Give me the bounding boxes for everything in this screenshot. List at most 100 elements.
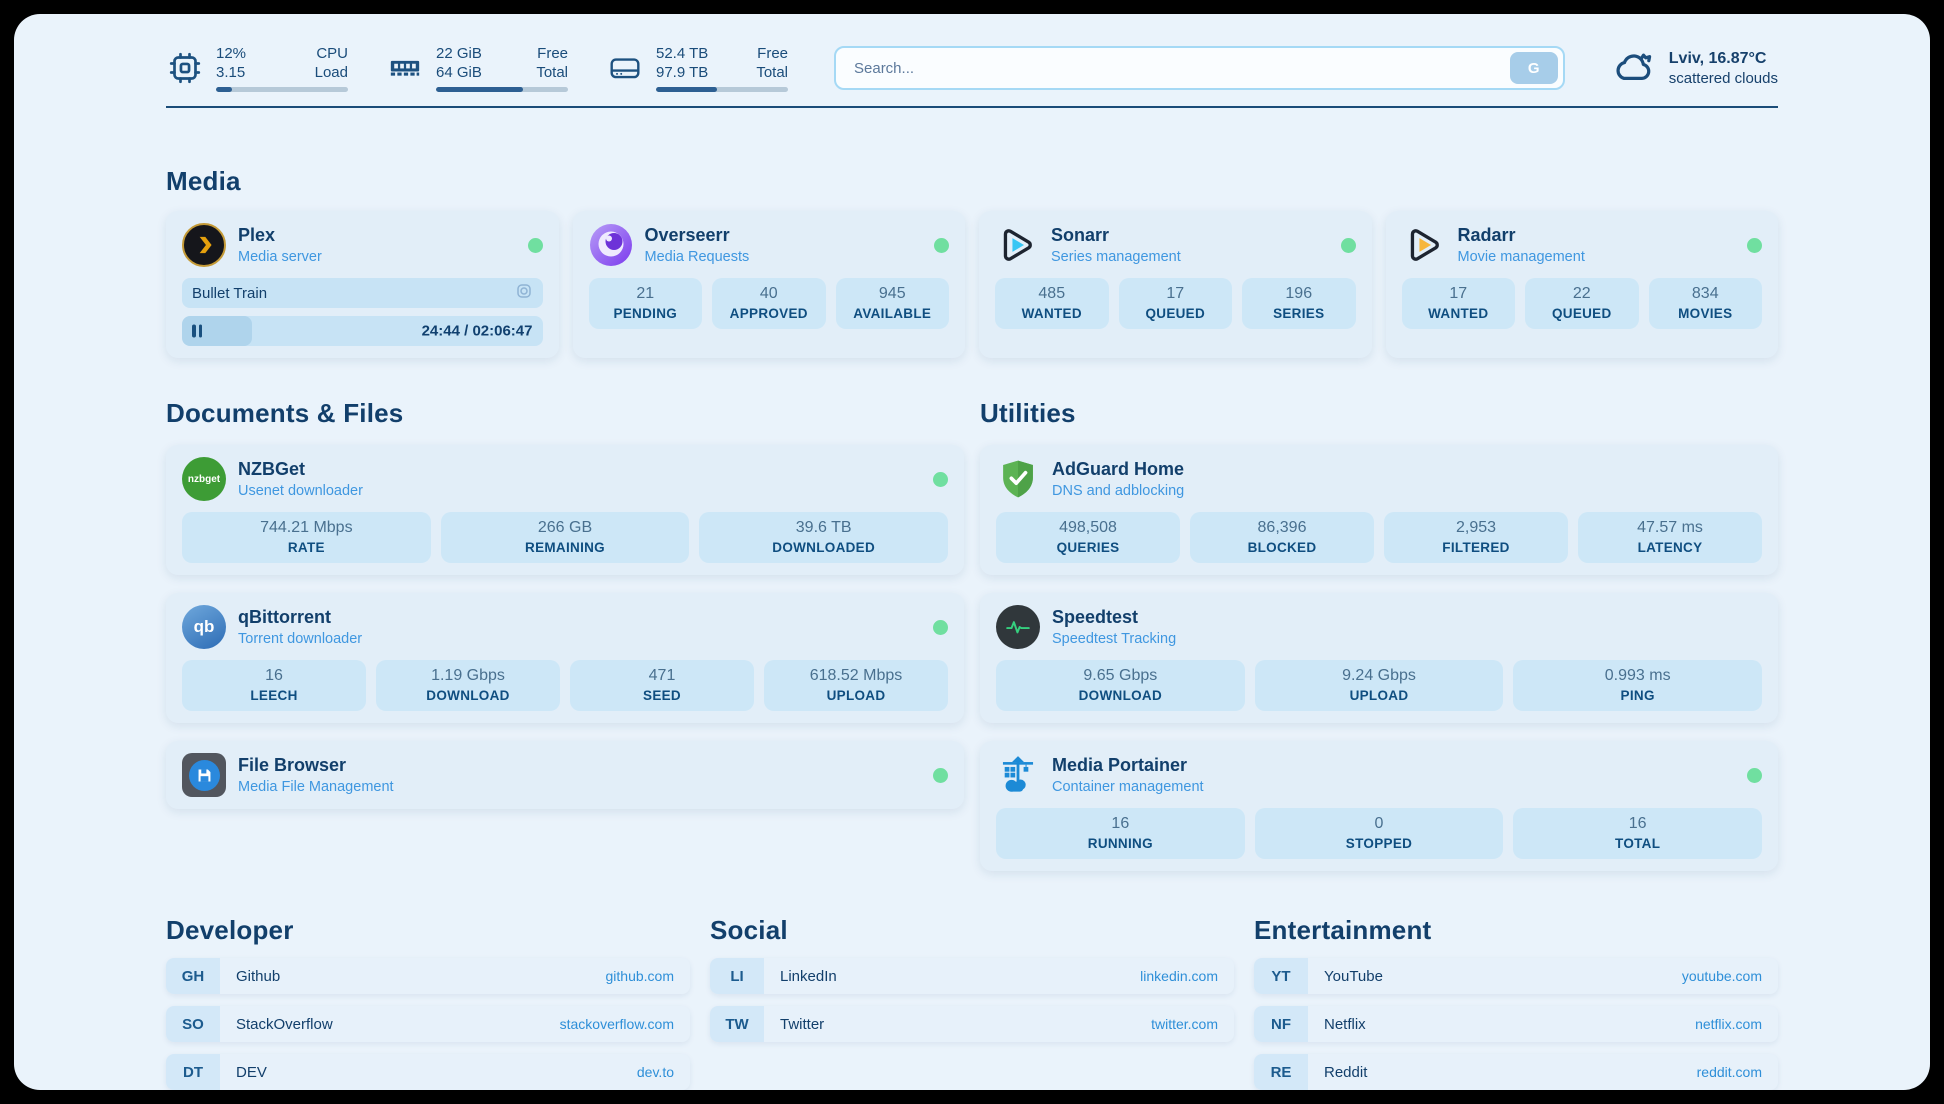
card-adguard[interactable]: AdGuard Home DNS and adblocking 498,508Q… — [980, 445, 1778, 575]
card-title: Sonarr — [1051, 225, 1181, 246]
status-dot — [933, 472, 948, 487]
card-title: Radarr — [1458, 225, 1585, 246]
card-subtitle: Series management — [1051, 249, 1181, 265]
section-title-social: Social — [710, 915, 1234, 946]
status-dot — [933, 768, 948, 783]
playback-progress-row: 24:44 / 02:06:47 — [182, 316, 543, 346]
portainer-icon — [996, 753, 1040, 797]
link-row-github[interactable]: GH Github github.com — [166, 958, 690, 994]
stat-tile: 39.6 TBDOWNLOADED — [699, 512, 948, 563]
link-row-netflix[interactable]: NF Netflix netflix.com — [1254, 1006, 1778, 1042]
stat-tile: 40APPROVED — [712, 278, 826, 329]
cpu-icon — [166, 50, 204, 86]
stat-tile: 834MOVIES — [1649, 278, 1763, 329]
stat-tile: 1.19 GbpsDOWNLOAD — [376, 660, 560, 711]
card-subtitle: Torrent downloader — [238, 631, 362, 647]
stat-tile: 0.993 msPING — [1513, 660, 1762, 711]
stat-tile: 86,396BLOCKED — [1190, 512, 1374, 563]
disk-total: 97.9 TB — [656, 63, 708, 82]
link-row-dev[interactable]: DT DEV dev.to — [166, 1054, 690, 1090]
link-url: twitter.com — [1151, 1006, 1234, 1042]
section-title-documents: Documents & Files — [166, 398, 964, 429]
link-row-twitter[interactable]: TW Twitter twitter.com — [710, 1006, 1234, 1042]
stat-tile: 16TOTAL — [1513, 808, 1762, 859]
search-google-button[interactable]: G — [1510, 52, 1558, 84]
card-subtitle: Usenet downloader — [238, 483, 363, 499]
link-name: Reddit — [1308, 1054, 1697, 1090]
stat-tile: 16RUNNING — [996, 808, 1245, 859]
search-input[interactable] — [852, 59, 1510, 78]
link-url: stackoverflow.com — [560, 1006, 690, 1042]
ram-total: 64 GiB — [436, 63, 482, 82]
weather-condition: scattered clouds — [1669, 70, 1778, 87]
card-title: qBittorrent — [238, 607, 362, 628]
ram-free-label: Free — [537, 44, 568, 63]
filebrowser-icon — [182, 753, 226, 797]
section-title-media: Media — [166, 166, 1778, 197]
stat-tile: 471SEED — [570, 660, 754, 711]
link-name: LinkedIn — [764, 958, 1140, 994]
disk-stat: 52.4 TB Free 97.9 TB Total — [606, 44, 788, 92]
stat-tile: 266 GBREMAINING — [441, 512, 690, 563]
sonarr-icon — [995, 223, 1039, 267]
disk-free: 52.4 TB — [656, 44, 708, 63]
stat-tile: 21PENDING — [589, 278, 703, 329]
link-abbr: LI — [710, 958, 764, 994]
link-abbr: SO — [166, 1006, 220, 1042]
link-url: linkedin.com — [1140, 958, 1234, 994]
card-speedtest[interactable]: Speedtest Speedtest Tracking 9.65 GbpsDO… — [980, 593, 1778, 723]
status-dot — [933, 620, 948, 635]
dashboard-panel: 12%CPU 3.15Load — [14, 14, 1930, 1090]
link-abbr: GH — [166, 958, 220, 994]
stat-tile: 196SERIES — [1242, 278, 1356, 329]
link-url: github.com — [606, 958, 690, 994]
disk-progressbar — [656, 87, 788, 92]
link-abbr: DT — [166, 1054, 220, 1090]
stat-tile: 17QUEUED — [1119, 278, 1233, 329]
link-row-stackoverflow[interactable]: SO StackOverflow stackoverflow.com — [166, 1006, 690, 1042]
card-subtitle: Movie management — [1458, 249, 1585, 265]
card-nzbget[interactable]: nzbget NZBGet Usenet downloader 744.21 M… — [166, 445, 964, 575]
link-name: YouTube — [1308, 958, 1682, 994]
ram-free: 22 GiB — [436, 44, 482, 63]
cpu-progressbar — [216, 87, 348, 92]
now-playing-title: Bullet Train — [192, 285, 515, 302]
stat-tile: 47.57 msLATENCY — [1578, 512, 1762, 563]
topbar: 12%CPU 3.15Load — [166, 44, 1778, 92]
card-subtitle: Speedtest Tracking — [1052, 631, 1176, 647]
cpu-progress-fill — [216, 87, 232, 92]
disk-total-label: Total — [756, 63, 788, 82]
card-plex[interactable]: Plex Media server Bullet Train — [166, 211, 559, 358]
section-title-utilities: Utilities — [980, 398, 1778, 429]
cpu-percent: 12% — [216, 44, 246, 63]
card-qbittorrent[interactable]: qb qBittorrent Torrent downloader 16LEEC… — [166, 593, 964, 723]
topbar-divider — [166, 106, 1778, 108]
card-radarr[interactable]: Radarr Movie management 17WANTED 22QUEUE… — [1386, 211, 1779, 358]
status-dot — [1341, 238, 1356, 253]
weather-widget[interactable]: Lviv, 16.87°C scattered clouds — [1611, 47, 1778, 90]
status-dot — [1747, 768, 1762, 783]
card-title: Plex — [238, 225, 322, 246]
link-row-youtube[interactable]: YT YouTube youtube.com — [1254, 958, 1778, 994]
stat-tile: 945AVAILABLE — [836, 278, 950, 329]
card-portainer[interactable]: Media Portainer Container management 16R… — [980, 741, 1778, 871]
disk-free-label: Free — [757, 44, 788, 63]
card-title: Speedtest — [1052, 607, 1176, 628]
stat-tile: 9.65 GbpsDOWNLOAD — [996, 660, 1245, 711]
card-filebrowser[interactable]: File Browser Media File Management — [166, 741, 964, 809]
card-title: File Browser — [238, 755, 394, 776]
link-url: reddit.com — [1697, 1054, 1778, 1090]
link-row-reddit[interactable]: RE Reddit reddit.com — [1254, 1054, 1778, 1090]
status-dot — [934, 238, 949, 253]
cpu-label: CPU — [316, 44, 348, 63]
card-subtitle: Media Requests — [645, 249, 750, 265]
screenshot-icon[interactable] — [515, 282, 533, 305]
card-subtitle: DNS and adblocking — [1052, 483, 1184, 499]
card-overseerr[interactable]: Overseerr Media Requests 21PENDING 40APP… — [573, 211, 966, 358]
link-row-linkedin[interactable]: LI LinkedIn linkedin.com — [710, 958, 1234, 994]
cpu-load-label: Load — [315, 63, 348, 82]
weather-location-temp: Lviv, 16.87°C — [1669, 50, 1778, 68]
stat-tile: 22QUEUED — [1525, 278, 1639, 329]
card-title: AdGuard Home — [1052, 459, 1184, 480]
card-sonarr[interactable]: Sonarr Series management 485WANTED 17QUE… — [979, 211, 1372, 358]
